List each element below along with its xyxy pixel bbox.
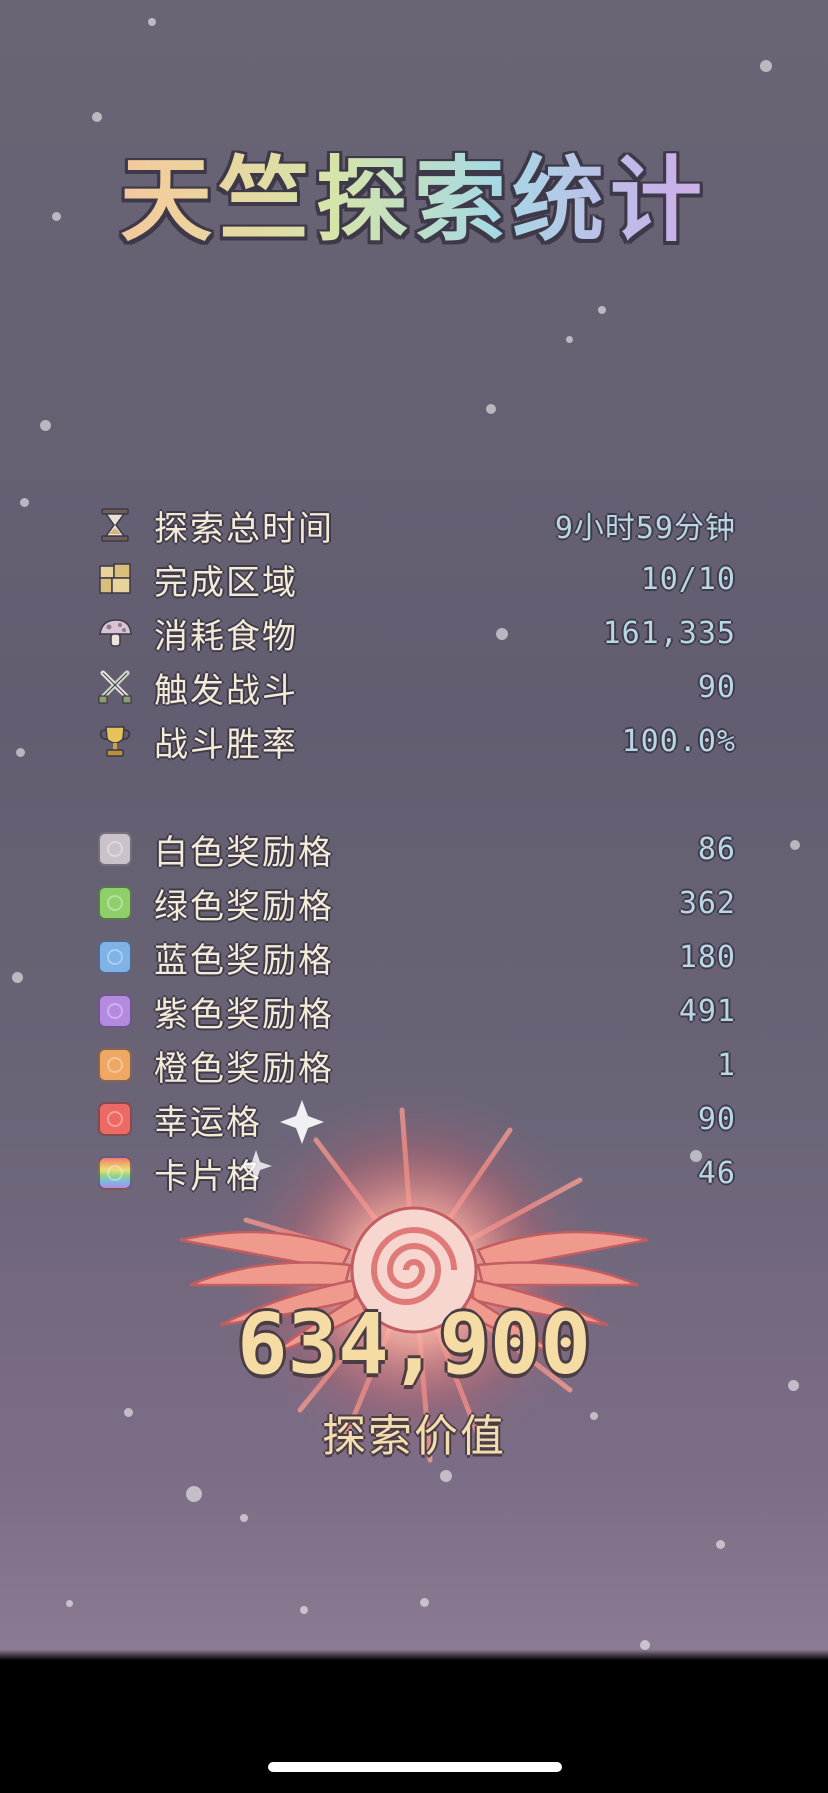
home-indicator[interactable] — [268, 1762, 562, 1772]
reward-label: 蓝色奖励格 — [154, 940, 334, 981]
stat-label: 完成区域 — [154, 562, 298, 603]
reward-row-purple: 紫色奖励格 491 — [96, 984, 736, 1038]
map-area-icon — [96, 560, 134, 598]
stat-value: 161,335 — [602, 615, 736, 651]
exploration-value-number: 634,900 — [236, 1295, 591, 1393]
reward-value: 491 — [678, 993, 736, 1029]
red-tile-icon — [96, 1100, 134, 1138]
reward-label: 紫色奖励格 — [154, 994, 334, 1035]
reward-row-green: 绿色奖励格 362 — [96, 876, 736, 930]
hourglass-icon — [96, 506, 134, 544]
stat-row-battles-triggered: 触发战斗 90 — [96, 660, 736, 714]
rainbow-tile-icon — [96, 1154, 134, 1192]
stat-row-total-time: 探索总时间 9小时59分钟 — [96, 498, 736, 552]
purple-tile-icon — [96, 992, 134, 1030]
reward-value: 180 — [678, 939, 736, 975]
stat-label: 探索总时间 — [154, 508, 334, 549]
exploration-stats-screen: 天竺探索统计 探索总时间 9小时59分钟 完成区域 10/10 消耗食物 161… — [0, 0, 828, 1793]
trophy-icon — [96, 722, 134, 760]
white-tile-icon — [96, 830, 134, 868]
reward-value: 46 — [697, 1155, 736, 1191]
reward-row-white: 白色奖励格 86 — [96, 822, 736, 876]
crossed-swords-icon — [96, 668, 134, 706]
reward-value: 362 — [678, 885, 736, 921]
reward-value: 86 — [697, 831, 736, 867]
stat-row-win-rate: 战斗胜率 100.0% — [96, 714, 736, 768]
reward-value: 1 — [716, 1047, 736, 1083]
reward-row-blue: 蓝色奖励格 180 — [96, 930, 736, 984]
reward-label: 白色奖励格 — [154, 832, 334, 873]
stat-row-food-consumed: 消耗食物 161,335 — [96, 606, 736, 660]
stat-value: 90 — [697, 669, 736, 705]
reward-label: 绿色奖励格 — [154, 886, 334, 927]
stat-label: 战斗胜率 — [154, 724, 298, 765]
stat-value: 9小时59分钟 — [554, 511, 736, 546]
green-tile-icon — [96, 884, 134, 922]
blue-tile-icon — [96, 938, 134, 976]
stat-label: 触发战斗 — [154, 670, 298, 711]
exploration-value-label: 探索价值 — [322, 1411, 506, 1462]
mushroom-food-icon — [96, 614, 134, 652]
stat-row-completed-areas: 完成区域 10/10 — [96, 552, 736, 606]
page-title: 天竺探索统计 — [0, 126, 828, 259]
stat-value: 100.0% — [621, 723, 736, 759]
summary-stats-list: 探索总时间 9小时59分钟 完成区域 10/10 消耗食物 161,335 触发… — [96, 498, 736, 768]
stat-value: 10/10 — [640, 561, 736, 597]
stat-label: 消耗食物 — [154, 616, 298, 657]
reward-value: 90 — [697, 1101, 736, 1137]
orange-tile-icon — [96, 1046, 134, 1084]
